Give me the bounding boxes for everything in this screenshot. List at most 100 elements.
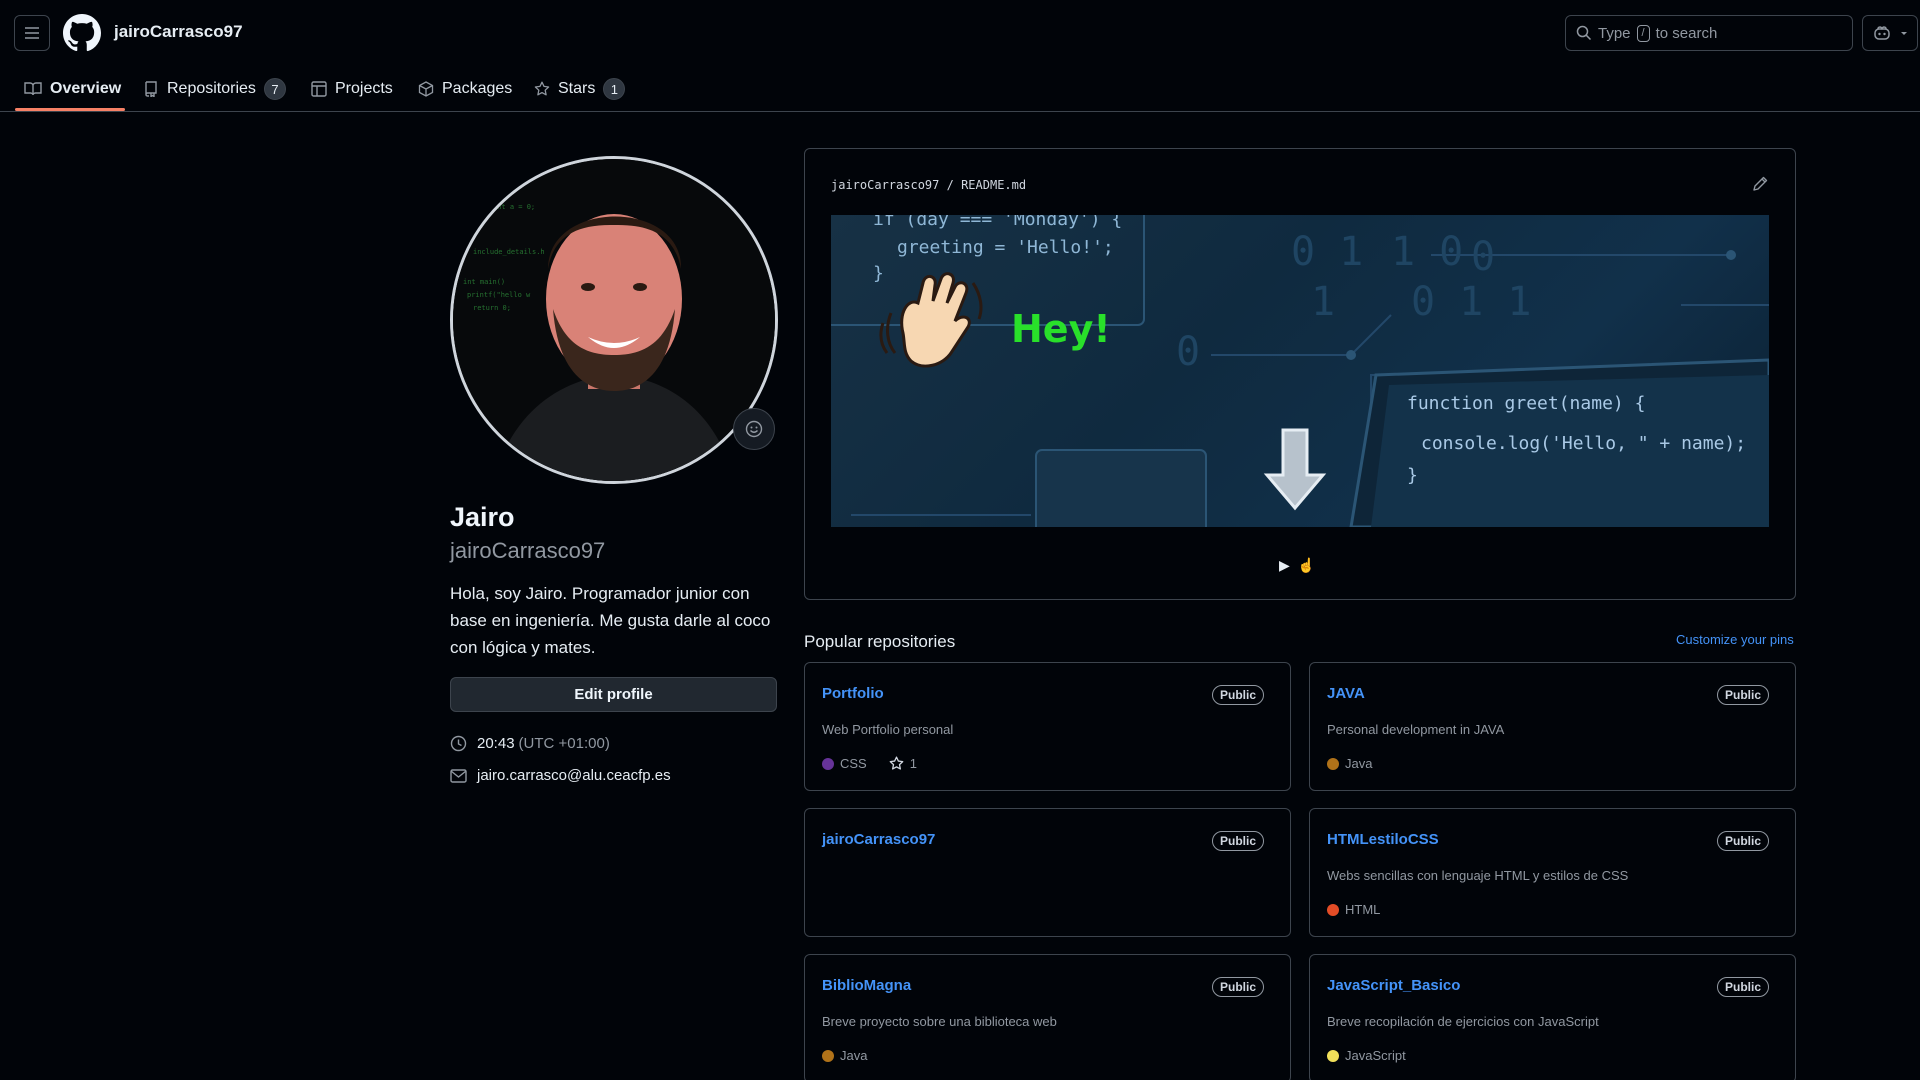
tab-projects[interactable]: Projects: [311, 66, 393, 112]
code-line-5: console.log('Hello, " + name);: [1421, 433, 1747, 454]
star-icon: [534, 81, 550, 96]
profile-name: Jairo: [450, 502, 515, 532]
profile-tabs: Overview Repositories 7 Projects Package…: [0, 66, 1920, 112]
language-color-dot: [1327, 757, 1339, 770]
svg-text:return 0;: return 0;: [473, 304, 511, 312]
pointing-hand-icon: ☝: [1297, 557, 1316, 573]
tab-overview[interactable]: Overview: [24, 66, 121, 112]
set-status-button[interactable]: [733, 408, 775, 450]
repo-name-link[interactable]: JAVA: [1327, 685, 1365, 702]
visibility-badge: Public: [1211, 685, 1264, 705]
play-triangle-icon: ▶: [1279, 557, 1290, 573]
chevron-down-icon: [1901, 32, 1907, 35]
visibility-badge: Public: [1716, 977, 1769, 997]
mail-icon: [450, 768, 467, 783]
readme-separator: /: [946, 178, 954, 192]
code-line-1: if (day === 'Monday') {: [873, 215, 1123, 230]
svg-text:1 0: 1 0: [1391, 229, 1463, 275]
copilot-button[interactable]: [1862, 15, 1918, 51]
repo-meta: Java: [822, 1048, 867, 1063]
language-color-dot: [1327, 1049, 1339, 1062]
repo-language: JavaScript: [1345, 1048, 1406, 1063]
active-tab-indicator: [15, 108, 125, 111]
smiley-icon: [745, 420, 763, 438]
edit-profile-button[interactable]: Edit profile: [450, 677, 777, 712]
repo-meta: HTML: [1327, 902, 1380, 917]
repo-card: Portfolio Public Web Portfolio personal …: [804, 662, 1291, 791]
language-color-dot: [822, 757, 834, 770]
hamburger-icon: [25, 27, 39, 39]
email-row: jairo.carrasco@alu.ceacfp.es: [450, 767, 671, 784]
avatar[interactable]: int a = 0; include_details.h int main() …: [450, 156, 778, 484]
code-line-2: greeting = 'Hello!';: [897, 237, 1114, 258]
table-icon: [311, 81, 327, 97]
stars-counter: 1: [603, 78, 626, 100]
repo-name-link[interactable]: jairoCarrasco97: [822, 831, 935, 848]
svg-text:0: 0: [1471, 234, 1495, 280]
tab-label: Repositories: [167, 80, 256, 97]
header-username[interactable]: jairoCarrasco97: [114, 22, 243, 42]
search-shortcut-key: /: [1636, 24, 1650, 42]
hey-text: Hey!: [1011, 307, 1111, 351]
language-color-dot: [1327, 903, 1339, 916]
repo-description: Web Portfolio personal: [822, 722, 954, 737]
tab-label: Packages: [442, 80, 513, 97]
repo-icon: [145, 81, 157, 97]
avatar-photo: int a = 0; include_details.h int main() …: [453, 159, 775, 481]
visibility-badge: Public: [1716, 831, 1769, 851]
svg-text:0 1 1: 0 1 1: [1411, 279, 1531, 325]
tab-packages[interactable]: Packages: [418, 66, 512, 112]
repo-card: JAVA Public Personal development in JAVA…: [1309, 662, 1796, 791]
profile-bio: Hola, soy Jairo. Programador junior con …: [450, 584, 771, 657]
repo-language: Java: [1345, 756, 1373, 771]
repo-description: Personal development in JAVA: [1327, 722, 1505, 737]
repo-language: CSS: [840, 756, 867, 771]
profile-readme: jairoCarrasco97 / README.md 0 1 1 0 0 1 …: [804, 148, 1796, 600]
repo-name-link[interactable]: Portfolio: [822, 685, 884, 702]
visibility-badge: Public: [1211, 977, 1264, 997]
tab-label: Overview: [50, 80, 122, 97]
code-line-4: function greet(name) {: [1407, 393, 1646, 414]
customize-pins-link[interactable]: Customize your pins: [1676, 632, 1794, 647]
email-link[interactable]: jairo.carrasco@alu.ceacfp.es: [477, 767, 671, 784]
star-icon[interactable]: [889, 756, 904, 771]
search-icon: [1576, 25, 1592, 41]
time-value: 20:43: [477, 735, 515, 752]
repo-description: Breve recopilación de ejercicios con Jav…: [1327, 1014, 1599, 1029]
tab-label: Projects: [335, 80, 393, 97]
repo-card: HTMLestiloCSS Public Webs sencillas con …: [1309, 808, 1796, 937]
svg-text:0: 0: [1176, 329, 1200, 375]
readme-details-toggle[interactable]: ▶ ☝: [1279, 557, 1315, 574]
code-line-3: }: [873, 263, 884, 284]
book-icon: [24, 82, 42, 96]
profile-login: jairoCarrasco97: [450, 538, 606, 563]
svg-text:printf("hello w: printf("hello w: [467, 291, 531, 299]
menu-button[interactable]: [14, 15, 50, 51]
code-line-6: }: [1407, 465, 1418, 486]
tab-repositories[interactable]: Repositories 7: [143, 66, 286, 112]
visibility-badge: Public: [1716, 685, 1769, 705]
repo-name-link[interactable]: HTMLestiloCSS: [1327, 831, 1439, 848]
tab-stars[interactable]: Stars 1: [534, 66, 626, 112]
visibility-badge: Public: [1211, 831, 1264, 851]
repo-language: Java: [840, 1048, 868, 1063]
repo-meta: Java: [1327, 756, 1372, 771]
repo-meta: CSS 1: [822, 756, 917, 771]
svg-text:int main(): int main(): [463, 278, 505, 286]
repo-stars[interactable]: 1: [910, 756, 917, 771]
repo-meta: JavaScript: [1327, 1048, 1406, 1063]
readme-file[interactable]: README.md: [961, 178, 1026, 192]
search-input[interactable]: Type / to search: [1565, 15, 1853, 51]
pencil-icon[interactable]: [1751, 175, 1769, 193]
search-placeholder-pre: Type: [1598, 24, 1631, 42]
repo-description: Webs sencillas con lenguaje HTML y estil…: [1327, 868, 1629, 883]
readme-path: jairoCarrasco97 / README.md: [831, 178, 1026, 192]
svg-text:1: 1: [1311, 279, 1335, 325]
repo-name-link[interactable]: JavaScript_Basico: [1327, 977, 1460, 994]
circuit-background: 0 1 1 0 0 1 0 1 1 0: [831, 215, 1769, 527]
package-icon: [418, 81, 434, 97]
github-logo-icon[interactable]: [63, 14, 101, 52]
repo-name-link[interactable]: BiblioMagna: [822, 977, 911, 994]
readme-owner[interactable]: jairoCarrasco97: [831, 178, 939, 192]
readme-banner: 0 1 1 0 0 1 0 1 1 0 if (day === 'Monday'…: [831, 215, 1769, 527]
